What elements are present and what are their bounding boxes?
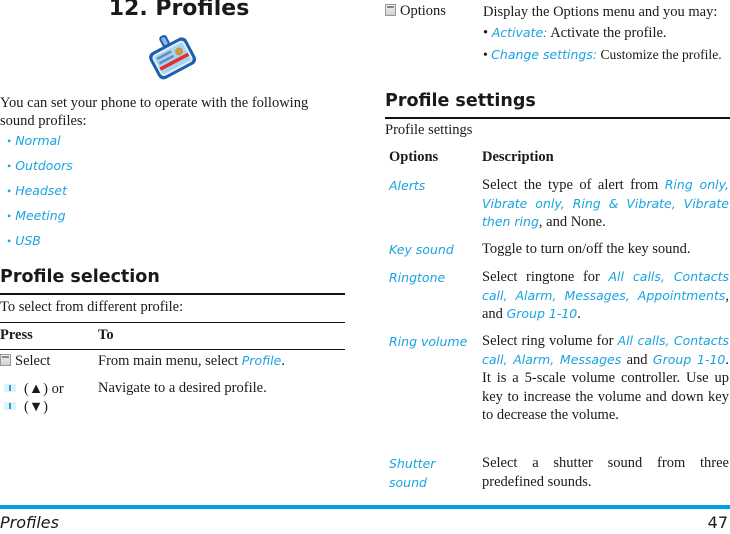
setting-option-name: Ringtone <box>389 270 446 285</box>
options-description: Display the Options menu and you may: • … <box>483 3 725 65</box>
options-item: • Activate: Activate the profile. <box>483 25 667 41</box>
footer-bar <box>0 505 730 509</box>
description-text: and <box>621 351 653 368</box>
navigate-key: (▲) or (▼) <box>0 380 64 416</box>
profile-list-item: • USB <box>7 233 41 248</box>
description-text: Select the type of alert from <box>482 177 665 193</box>
setting-description: Select ringtone for All calls, Contacts … <box>482 268 729 324</box>
navigate-description: Navigate to a desired profile. <box>98 380 267 396</box>
nav-key-up-icon <box>4 384 16 392</box>
profile-list-item: • Normal <box>7 133 61 148</box>
profile-link: Profile <box>241 353 282 368</box>
column-header-description: Description <box>482 149 554 165</box>
setting-option-name: Shutter sound <box>389 456 436 490</box>
intro-text: You can set your phone to operate with t… <box>0 95 309 129</box>
column-header-press: Press <box>0 327 33 343</box>
page-number: 47 <box>707 513 728 532</box>
footer-section-title: Profiles <box>0 513 59 532</box>
setting-option-name: Ring volume <box>389 334 468 349</box>
setting-description: Select the type of alert from Ring only,… <box>482 176 729 232</box>
softkey-icon <box>385 4 396 16</box>
setting-option-name: Alerts <box>389 178 426 193</box>
profile-list-item: • Meeting <box>7 208 66 223</box>
profile-list: • Normal • Outdoors • Headset • Meeting • USB <box>7 132 73 257</box>
setting-option-name: Key sound <box>389 242 454 257</box>
option-value-link: Group 1-10 <box>506 306 578 321</box>
nav-key-down-icon <box>4 402 16 410</box>
setting-description: Toggle to turn on/off the key sound. <box>482 240 729 259</box>
profile-selection-intro: To select from different profile: <box>0 299 184 315</box>
description-text: Select a shutter sound from three predef… <box>482 455 729 490</box>
setting-description: Select ring volume for All calls, Contac… <box>482 332 729 425</box>
heading-rule <box>0 293 345 295</box>
options-item: • Change settings: Customize the profile… <box>483 47 722 62</box>
heading-rule <box>385 117 730 119</box>
profile-list-item: • Headset <box>7 183 67 198</box>
table-header-rule <box>0 349 345 350</box>
option-value-link: Group 1-10 <box>652 351 726 367</box>
table-top-rule <box>0 322 345 323</box>
column-header-to: To <box>98 327 114 343</box>
setting-description: Select a shutter sound from three predef… <box>482 454 729 491</box>
softkey-icon <box>0 354 11 366</box>
profile-selection-heading: Profile selection <box>0 267 160 287</box>
options-key: Options <box>385 3 446 20</box>
select-description: From main menu, select Profile. <box>98 353 285 369</box>
profile-badge-icon <box>149 34 197 80</box>
profile-list-item: • Outdoors <box>7 158 73 173</box>
profile-settings-intro: Profile settings <box>385 122 473 138</box>
description-text: Select ring volume for <box>482 333 618 349</box>
profile-settings-heading: Profile settings <box>385 91 536 111</box>
column-header-options: Options <box>389 149 439 165</box>
select-key: Select <box>0 353 50 370</box>
description-text: , and None. <box>538 214 606 230</box>
chapter-title: 12. Profiles <box>108 0 250 21</box>
description-text: . <box>577 306 581 322</box>
description-text: Toggle to turn on/off the key sound. <box>482 241 691 257</box>
description-text: Select ringtone for <box>482 269 609 285</box>
